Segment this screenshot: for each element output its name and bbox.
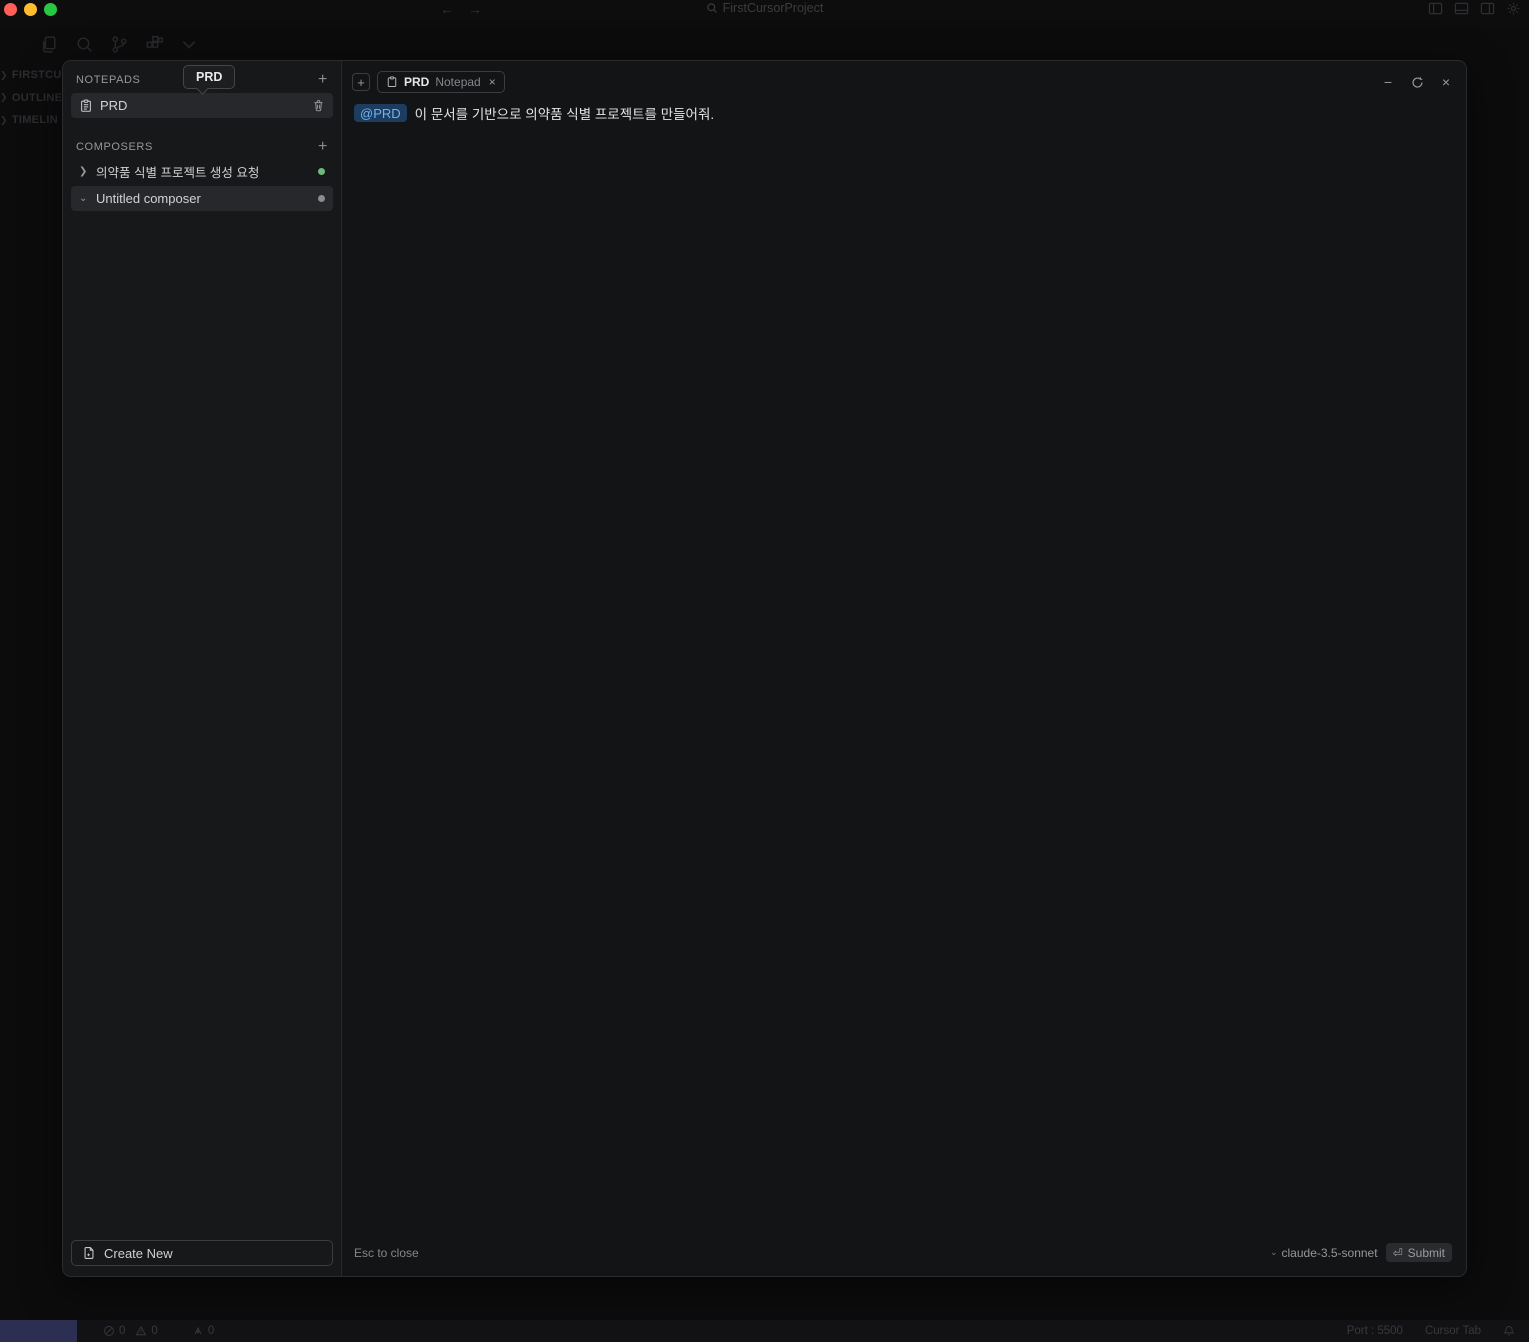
panel-reload-icon[interactable]	[1409, 74, 1425, 90]
notepad-text: 이 문서를 기반으로 의약품 식별 프로젝트를 만들어줘.	[414, 107, 715, 122]
remote-indicator[interactable]	[0, 1320, 77, 1342]
create-new-button[interactable]: Create New	[71, 1240, 333, 1266]
search-panel-icon[interactable]	[74, 34, 95, 55]
port-label: Port : 5500	[1346, 1325, 1403, 1337]
warning-icon	[136, 1325, 147, 1336]
extra-count: 0	[207, 1325, 215, 1337]
model-selector[interactable]: ⌄ claude-3.5-sonnet	[1270, 1246, 1378, 1260]
composer-status-dot-gray	[318, 195, 325, 202]
tab-prd-notepad[interactable]: PRD Notepad ×	[377, 71, 505, 93]
add-composer-button[interactable]: +	[318, 139, 328, 155]
create-new-label: Create New	[104, 1245, 173, 1261]
submit-button[interactable]: ⏎ Submit	[1385, 1243, 1452, 1262]
return-key-icon: ⏎	[1392, 1245, 1403, 1260]
broadcast-icon	[194, 1326, 202, 1335]
window-title-bar: FirstCursorProject	[0, 1, 1529, 17]
explorer-section-label: FIRSTCU	[11, 69, 62, 82]
add-notepad-button[interactable]: +	[318, 72, 328, 88]
esc-hint: Esc to close	[354, 1245, 419, 1260]
composer-item-label: 의약품 식별 프로젝트 생성 요청	[96, 165, 260, 180]
titlebar: ← → FirstCursorProject	[0, 0, 1529, 28]
status-bar: 0 0 0 Port : 5500 Cursor Tab	[0, 1320, 1529, 1342]
cursor-tab-status[interactable]: Cursor Tab	[1425, 1325, 1481, 1337]
notepad-item-label: PRD	[100, 98, 128, 113]
extensions-icon[interactable]	[144, 34, 165, 55]
notepad-editor-main: + PRD Notepad × − × @PRD 이 문서를 기반으로 의약품 …	[342, 61, 1466, 1276]
toggle-secondary-sidebar-icon[interactable]	[1480, 1, 1495, 16]
composer-item[interactable]: ❯ 의약품 식별 프로젝트 생성 요청	[71, 160, 333, 182]
composer-item-selected[interactable]: ⌄ Untitled composer	[71, 186, 333, 211]
chevron-right-icon[interactable]: ❯	[79, 166, 89, 177]
mention-chip-prd[interactable]: @PRD	[354, 104, 407, 122]
explorer-files-icon[interactable]	[39, 34, 60, 55]
error-count: 0	[119, 1325, 126, 1337]
settings-gear-icon[interactable]	[1506, 1, 1521, 16]
prd-tooltip: PRD	[183, 65, 236, 95]
model-name: claude-3.5-sonnet	[1281, 1245, 1378, 1260]
notepads-sidebar: NOTEPADS + PRD COMPOSERS + ❯ 의약품 식별 프로젝트…	[63, 61, 342, 1276]
toggle-primary-sidebar-icon[interactable]	[1428, 1, 1443, 16]
notepad-footer: Esc to close ⌄ claude-3.5-sonnet ⏎ Submi…	[342, 1243, 1466, 1276]
source-control-icon[interactable]	[109, 34, 130, 55]
composer-status-dot-green	[318, 167, 325, 175]
sidebar-toolbar	[38, 33, 200, 55]
chevron-right-icon: ❯	[0, 114, 8, 125]
tab-close-icon[interactable]: ×	[489, 75, 496, 89]
new-file-icon	[84, 1247, 94, 1259]
explorer-section-outline[interactable]: ❯ OUTLINE	[0, 87, 62, 110]
chevron-right-icon: ❯	[0, 69, 8, 80]
notepad-content-area[interactable]: @PRD 이 문서를 기반으로 의약품 식별 프로젝트를 만들어줘.	[342, 97, 1466, 1243]
explorer-section-label: OUTLINE	[11, 91, 62, 104]
notepads-section-header: NOTEPADS	[76, 74, 141, 86]
chevron-right-icon: ❯	[0, 92, 8, 103]
trash-icon[interactable]	[312, 99, 325, 112]
chevron-down-icon[interactable]	[180, 35, 198, 53]
notepad-item-prd[interactable]: PRD	[71, 93, 333, 118]
explorer-section-timeline[interactable]: ❯ TIMELIN	[0, 109, 62, 132]
chevron-down-icon: ⌄	[1269, 1247, 1278, 1257]
problems-status[interactable]: 0 0	[103, 1325, 158, 1337]
explorer-section-label: TIMELIN	[11, 114, 58, 127]
window-title[interactable]: FirstCursorProject	[723, 1, 824, 15]
composers-section-header: COMPOSERS	[76, 141, 153, 153]
notepad-tab-bar: + PRD Notepad × − ×	[342, 61, 1466, 97]
notifications-bell-icon[interactable]	[1503, 1325, 1515, 1337]
panel-minimize-icon[interactable]: −	[1380, 74, 1396, 90]
composer-item-label: Untitled composer	[96, 191, 201, 206]
port-forward-status[interactable]: 0	[192, 1325, 214, 1337]
circle-slash-icon	[1330, 1325, 1342, 1337]
notepad-icon	[81, 99, 91, 112]
new-tab-button[interactable]: +	[352, 73, 370, 91]
port-status[interactable]: Port : 5500	[1330, 1325, 1403, 1337]
error-icon	[104, 1326, 114, 1336]
chevron-down-icon[interactable]: ⌄	[79, 193, 89, 204]
tab-title: PRD	[404, 75, 430, 89]
submit-label: Submit	[1407, 1245, 1445, 1260]
toggle-panel-icon[interactable]	[1454, 1, 1469, 16]
explorer-sections-ghost: ❯ FIRSTCU ❯ OUTLINE ❯ TIMELIN	[0, 64, 62, 132]
tab-subtitle: Notepad	[435, 75, 481, 89]
cursor-tab-label: Cursor Tab	[1424, 1325, 1481, 1337]
explorer-section-project[interactable]: ❯ FIRSTCU	[0, 64, 62, 87]
tooltip-label: PRD	[196, 70, 223, 84]
notepads-overlay-panel: NOTEPADS + PRD COMPOSERS + ❯ 의약품 식별 프로젝트…	[62, 60, 1467, 1277]
notepad-icon	[387, 76, 397, 87]
search-icon	[706, 3, 717, 13]
warning-count: 0	[151, 1325, 158, 1337]
panel-close-icon[interactable]: ×	[1438, 74, 1454, 90]
